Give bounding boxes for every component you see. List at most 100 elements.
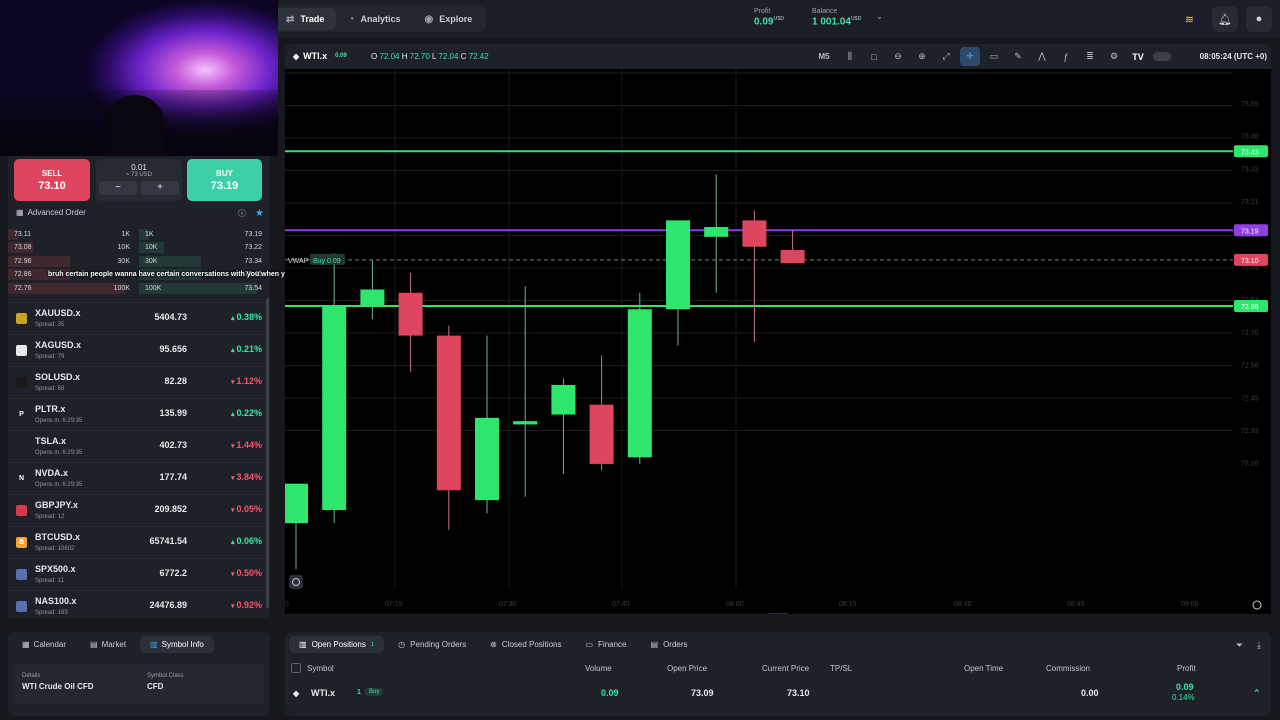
tab-trade[interactable]: ⇄ Trade <box>274 8 337 30</box>
tab-orders[interactable]: ▤ Orders <box>641 636 698 653</box>
candle-body <box>513 421 538 425</box>
increase-button[interactable]: + <box>141 181 179 195</box>
balance-value: 1 001.04 <box>812 16 851 28</box>
position-row[interactable]: ◆ WTI.x 1 Buy 0.09 73.09 73.10 0.00 0.09… <box>285 682 1271 705</box>
candles-icon[interactable]: ⫼ <box>840 47 860 66</box>
decrease-button[interactable]: − <box>99 181 137 195</box>
watchlist-item[interactable]: GBPJPY.x Spread: 12 209.852 ▾ 0.05% <box>8 494 270 526</box>
watchlist-symbol: XAGUSD.x <box>35 340 82 350</box>
line-icon[interactable]: ▭ <box>984 47 1004 66</box>
crosshair-icon[interactable]: ✛ <box>960 47 980 66</box>
time-tick-label: 5 <box>285 601 289 608</box>
price-tick-label: 73.59 <box>1241 101 1259 108</box>
candle-body <box>322 305 347 511</box>
order-book-bid-vol: 30K <box>117 257 130 265</box>
layers-icon[interactable]: ≣ <box>1080 47 1100 66</box>
price-level-label: 73.43 <box>1241 149 1259 156</box>
expand-icon[interactable]: ⌃ <box>1253 688 1261 699</box>
tab-open-positions[interactable]: ▥ Open Positions 1 <box>289 636 385 653</box>
wifi-icon: ≋ <box>1184 13 1194 26</box>
col-symbol[interactable]: Symbol <box>307 664 334 673</box>
tab-explore[interactable]: ◉ Explore <box>412 8 484 30</box>
col-open-price[interactable]: Open Price <box>667 664 707 673</box>
chart-toolbar: ◆ WTI.x 0.09 O 72.04 H 72.70 L 72.04 C 7… <box>285 44 1271 69</box>
notifications-button[interactable]: 🔔︎ <box>1212 6 1238 32</box>
watchlist-item[interactable]: P PLTR.x Opens in: 6:29:35 135.99 ▴ 0.22% <box>8 398 270 430</box>
time-tick-label: 08:45 <box>1067 601 1085 608</box>
candle-body <box>285 483 308 524</box>
tab-pending-orders[interactable]: ◷ Pending Orders <box>388 636 476 653</box>
reset-chart-button <box>289 575 303 589</box>
buy-button[interactable]: BUY 73.19 <box>187 159 262 201</box>
bell-icon: 🔔︎ <box>1218 13 1232 26</box>
pencil-icon[interactable]: ✎ <box>1008 47 1028 66</box>
quantity-stepper: 0.01 ≈ 73 USD − + <box>96 159 182 201</box>
watchlist-item[interactable]: NAS100.x Spread: 163 24476.89 ▾ 0.92% <box>8 590 270 622</box>
watchlist-price: 24476.89 <box>149 600 187 610</box>
tab-calendar[interactable]: ▦ Calendar <box>12 636 76 653</box>
chart-symbol[interactable]: ◆ WTI.x 0.09 <box>293 51 347 61</box>
chevron-down-icon[interactable]: ⌄ <box>876 12 883 21</box>
watchlist-item[interactable]: B BTCUSD.x Spread: 10602 65741.54 ▴ 0.06% <box>8 526 270 558</box>
col-profit[interactable]: Profit <box>1177 664 1196 673</box>
watchlist-item[interactable]: N NVDA.x Opens in: 6:29:35 177.74 ▾ 3.84% <box>8 462 270 494</box>
export-icon[interactable]: ⤓ <box>1257 640 1261 651</box>
tab-count: 1 <box>370 641 375 648</box>
col-volume[interactable]: Volume <box>585 664 612 673</box>
watchlist-change: ▾ 1.12% <box>231 376 262 386</box>
tab-finance[interactable]: ▭ Finance <box>575 636 636 653</box>
col-open-time[interactable]: Open Time <box>964 664 1003 673</box>
toggle-switch[interactable] <box>1152 47 1172 66</box>
fit-icon[interactable]: ⤢ <box>936 47 956 66</box>
zoom-out-icon[interactable]: ⊖ <box>888 47 908 66</box>
settings-icon[interactable]: ⚙ <box>1104 47 1124 66</box>
price-tick-label: 72.45 <box>1241 395 1259 402</box>
col-commission[interactable]: Commission <box>1046 664 1090 673</box>
price-chart[interactable]: 73.5973.4673.3373.2173.0872.9572.8372.70… <box>285 69 1271 614</box>
profile-button[interactable]: ● <box>1246 6 1272 32</box>
col-current-price[interactable]: Current Price <box>762 664 809 673</box>
watchlist-sub: Spread: 10602 <box>35 546 75 552</box>
candle-body <box>666 220 690 310</box>
candle-body <box>780 250 805 264</box>
watchlist-sub: Spread: 68 <box>35 386 65 392</box>
order-book-row: 72.96 30K 30K 73.34 <box>8 255 270 268</box>
balance-summary: Balance 1 001.04USD <box>812 8 862 28</box>
explore-icon: ◉ <box>424 13 434 25</box>
watchlist-item[interactable]: SOLUSD.x Spread: 68 82.28 ▾ 1.12% <box>8 366 270 398</box>
timeframe-button[interactable]: M5 <box>812 47 836 66</box>
watchlist-change: ▾ 0.50% <box>231 568 262 578</box>
tab-symbol-info[interactable]: ▥ Symbol Info <box>140 636 214 653</box>
candlestick-chart[interactable]: 73.5973.4673.3373.2173.0872.9572.8372.70… <box>285 69 1271 614</box>
watchlist-change: ▴ 0.38% <box>231 312 262 322</box>
candle-body <box>589 404 614 464</box>
watchlist-scrollbar[interactable] <box>266 298 269 608</box>
filter-icon[interactable]: ⏷ <box>1236 640 1243 651</box>
watchlist-item[interactable]: SPX500.x Spread: 11 6772.2 ▾ 0.50% <box>8 558 270 590</box>
fullscreen-icon[interactable]: □ <box>864 47 884 66</box>
tab-analytics[interactable]: ◔ Analytics <box>336 8 412 30</box>
order-book-bid-vol: 1K <box>121 231 130 238</box>
pattern-icon[interactable]: ⋀ <box>1032 47 1052 66</box>
webcam-overlay <box>0 0 278 156</box>
price-level-label: 73.10 <box>1241 258 1259 265</box>
quantity-input[interactable]: 0.01 <box>131 163 147 172</box>
col-tpsl[interactable]: TP/SL <box>830 664 852 673</box>
advanced-order-toggle[interactable]: ▦ Advanced Order ⓘ ★ <box>16 208 264 219</box>
sell-button[interactable]: SELL 73.10 <box>14 159 90 201</box>
tab-closed-positions[interactable]: ⊗ Closed Positions <box>480 636 571 653</box>
zoom-in-icon[interactable]: ⊕ <box>912 47 932 66</box>
tab-market[interactable]: ▤ Market <box>80 636 136 653</box>
top-actions: ≋ 🔔︎ ● <box>1185 6 1272 32</box>
buy-price: 73.19 <box>210 180 239 192</box>
watchlist-item[interactable]: XAUUSD.x Spread: 35 5404.73 ▴ 0.38% <box>8 302 270 334</box>
info-icon[interactable]: ⓘ <box>238 208 246 219</box>
watchlist-item[interactable]: XAGUSD.x Spread: 79 95.656 ▴ 0.21% <box>8 334 270 366</box>
star-icon[interactable]: ★ <box>255 208 264 219</box>
indicators-icon[interactable]: ƒ <box>1056 47 1076 66</box>
ohlc-readout: O 72.04 H 72.70 L 72.04 C 72.42 <box>371 52 489 61</box>
analytics-icon: ◔ <box>348 13 355 25</box>
candle-body <box>475 417 499 501</box>
watchlist-item[interactable]: TSLA.x Opens in: 6:29:35 402.73 ▾ 1.44% <box>8 430 270 462</box>
us-flag-icon <box>16 601 27 612</box>
